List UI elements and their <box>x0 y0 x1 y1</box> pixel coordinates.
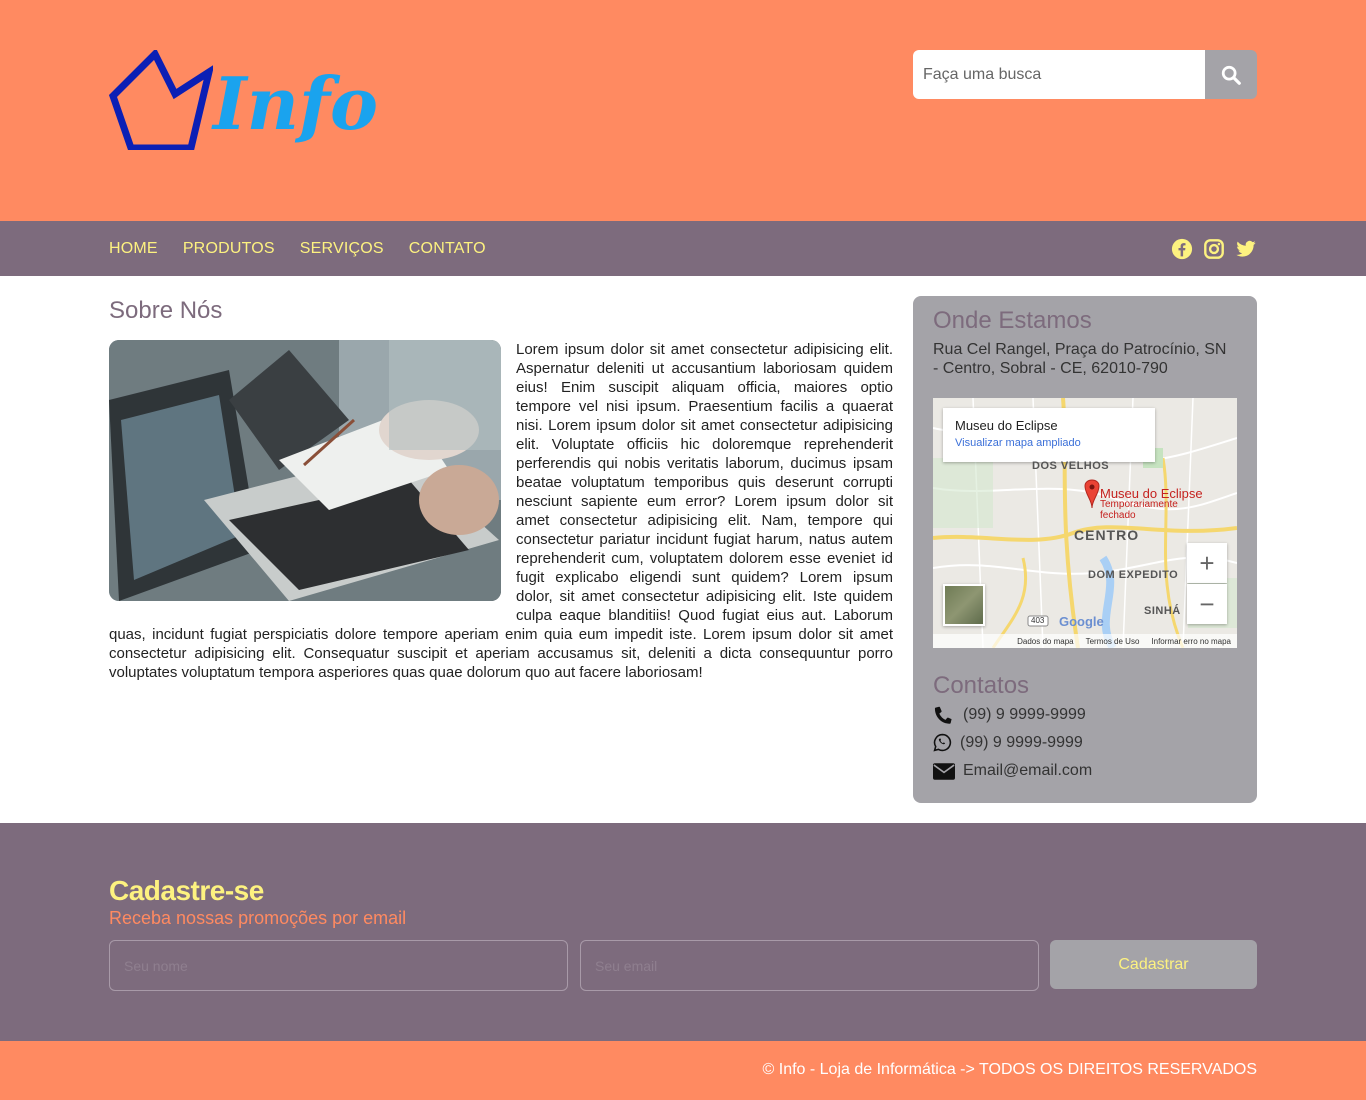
email-address: Email@email.com <box>963 762 1093 779</box>
map-terms-link[interactable]: Termos de Uso <box>1086 637 1140 646</box>
newsletter-subtitle: Receba nossas promoções por email <box>109 908 407 928</box>
logo[interactable]: Info <box>109 50 378 170</box>
nav-produtos[interactable]: PRODUTOS <box>183 240 275 258</box>
envelope-icon <box>933 762 963 780</box>
map-area-label: CENTRO <box>1074 527 1140 543</box>
site-footer: © Info - Loja de Informática -> TODOS OS… <box>0 1041 1366 1100</box>
map-road-label: 403 <box>1031 616 1045 625</box>
copyright-text: © Info - Loja de Informática -> TODOS OS… <box>762 1061 1257 1078</box>
address: Rua Cel Rangel, Praça do Patrocínio, SN … <box>933 341 1227 377</box>
map-marker-status: Temporariamente fechado <box>1100 499 1178 521</box>
whatsapp-icon <box>933 733 960 752</box>
image-spacer <box>109 340 516 620</box>
social-links <box>1171 221 1257 276</box>
contacts-title: Contatos <box>933 672 1030 699</box>
logo-text: Info <box>213 61 379 146</box>
google-logo: Google <box>1059 614 1104 629</box>
contact-whatsapp: (99) 9 9999-9999 <box>933 733 1083 752</box>
instagram-icon[interactable] <box>1203 238 1225 260</box>
map-area-label: DOS VELHOS <box>1032 460 1110 472</box>
search-button[interactable] <box>1205 50 1257 99</box>
nav-servicos[interactable]: SERVIÇOS <box>300 240 384 258</box>
zoom-in-button[interactable]: + <box>1187 543 1227 583</box>
search-input[interactable] <box>913 50 1205 99</box>
map-area-label: DOM EXPEDITO <box>1088 569 1179 581</box>
twitter-icon[interactable] <box>1235 238 1257 260</box>
contact-phone: (99) 9 9999-9999 <box>933 704 1086 725</box>
view-larger-map-link[interactable]: Visualizar mapa ampliado <box>955 437 1143 449</box>
satellite-toggle[interactable] <box>943 584 985 626</box>
nav-contato[interactable]: CONTATO <box>409 240 486 258</box>
name-field[interactable] <box>109 940 568 991</box>
nav-links: HOME PRODUTOS SERVIÇOS CONTATO <box>109 221 511 276</box>
map-place-name: Museu do Eclipse <box>955 418 1058 433</box>
map-data-link[interactable]: Dados do mapa <box>1017 637 1073 646</box>
crown-icon <box>109 50 213 150</box>
newsletter-section: Cadastre-se Receba nossas promoções por … <box>0 823 1366 1041</box>
whatsapp-number: (99) 9 9999-9999 <box>960 733 1083 751</box>
contact-email: Email@email.com <box>933 762 1092 780</box>
email-field[interactable] <box>580 940 1039 991</box>
map-embed[interactable]: Museu do Eclipse Visualizar mapa ampliad… <box>933 398 1237 648</box>
map-info-card: Museu do Eclipse Visualizar mapa ampliad… <box>943 408 1155 462</box>
main-navbar: HOME PRODUTOS SERVIÇOS CONTATO <box>0 221 1366 276</box>
map-report-link[interactable]: Informar erro no mapa <box>1151 637 1231 646</box>
about-title: Sobre Nós <box>109 297 223 324</box>
search-icon <box>1221 65 1241 85</box>
phone-number: (99) 9 9999-9999 <box>963 705 1086 723</box>
subscribe-button[interactable]: Cadastrar <box>1050 940 1257 989</box>
phone-icon <box>933 704 963 725</box>
map-area-label: SINHÁ <box>1144 605 1181 617</box>
facebook-icon[interactable] <box>1171 238 1193 260</box>
location-title: Onde Estamos <box>933 307 1092 334</box>
map-footer: Dados do mapa Termos de Uso Informar err… <box>933 634 1237 648</box>
newsletter-title: Cadastre-se <box>109 875 264 906</box>
zoom-out-button[interactable]: − <box>1187 584 1227 624</box>
nav-home[interactable]: HOME <box>109 240 158 258</box>
about-text-block: Lorem ipsum dolor sit amet consectetur a… <box>109 340 893 682</box>
search-bar <box>913 50 1257 99</box>
site-header: Info <box>0 0 1366 221</box>
sidebar: Onde Estamos Rua Cel Rangel, Praça do Pa… <box>913 296 1257 803</box>
